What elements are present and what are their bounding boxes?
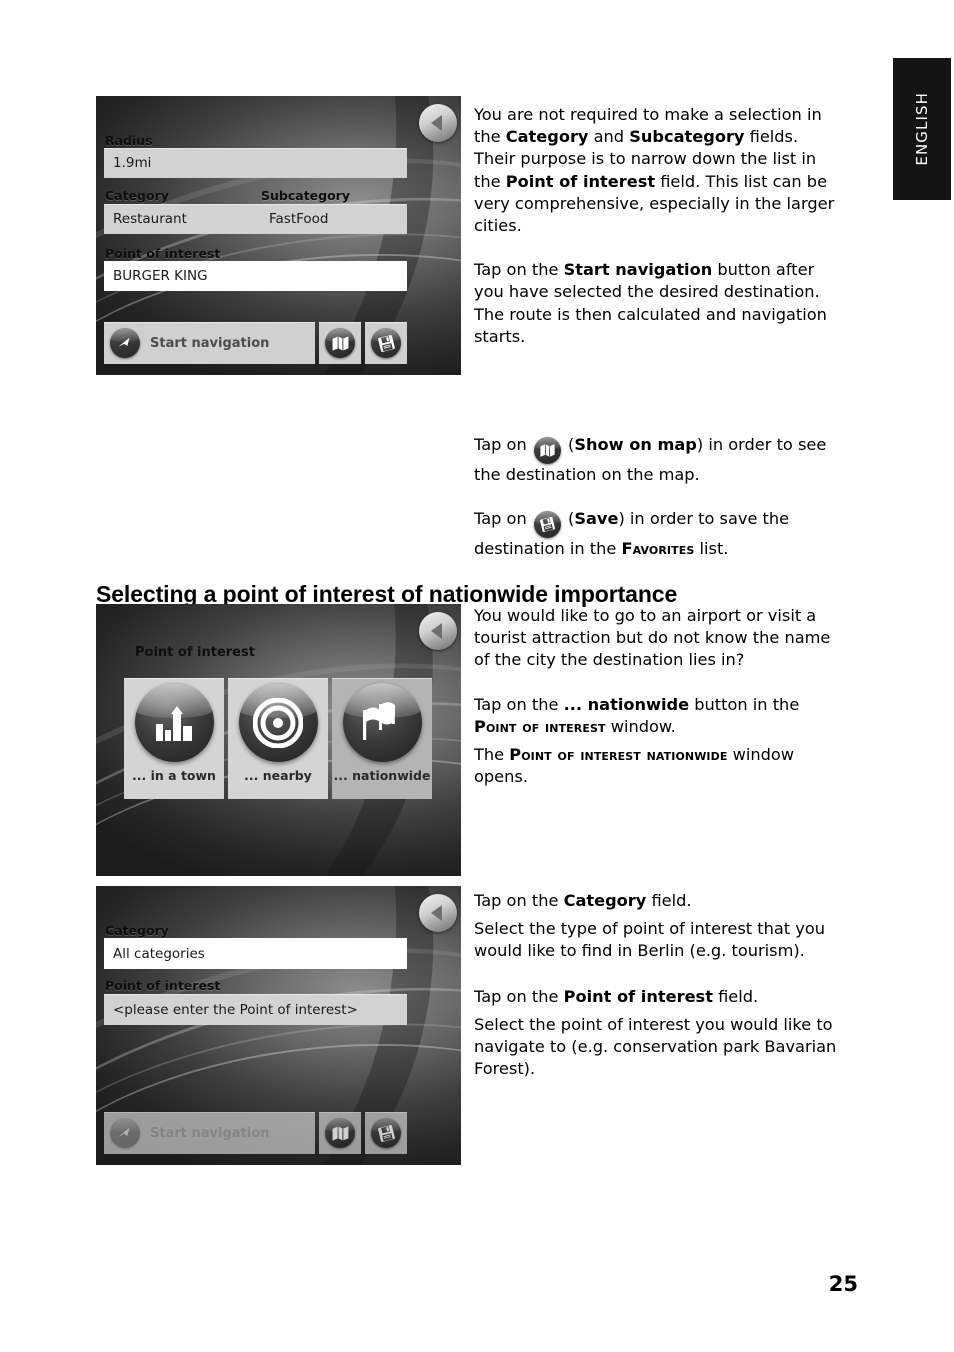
tile-nationwide[interactable]: ... nationwide [332, 678, 432, 799]
paragraph-4: Tap on (Save) in order to save the desti… [474, 509, 790, 559]
back-arrow-icon[interactable] [419, 104, 457, 142]
start-navigation-label: Start navigation [150, 335, 270, 351]
screenshot-poi-selector: Point of interest ... in a town ... near… [96, 604, 461, 876]
paragraph-2: Tap on the Start navigation button after… [474, 260, 827, 346]
back-arrow-icon[interactable] [419, 612, 457, 650]
category-label: Category [105, 188, 169, 203]
screenshot-poi-local-result: Radius 1.9mi Category Subcategory Restau… [96, 96, 461, 375]
point-of-interest-field[interactable]: <please enter the Point of interest> [104, 994, 407, 1025]
paragraph-10: Tap on the Point of interest field. [474, 986, 759, 1006]
paragraph-7: The Point of interest nationwide window … [474, 745, 795, 787]
point-of-interest-label: Point of interest [105, 246, 221, 261]
radius-label: Radius [105, 133, 153, 148]
paragraph-3: Tap on (Show on map) in order to see the… [474, 435, 827, 484]
paragraph-5: You would like to go to an airport or vi… [474, 606, 831, 670]
paragraph-11: Select the point of interest you would l… [474, 1014, 837, 1079]
navigation-arrow-icon [110, 1118, 140, 1148]
page-number: 25 [828, 1272, 858, 1296]
body-text-block-3: You would like to go to an airport or vi… [474, 605, 842, 788]
tile-in-a-town[interactable]: ... in a town [124, 678, 224, 799]
save-button[interactable] [365, 1112, 407, 1154]
action-bar: Start navigation [104, 322, 407, 364]
start-navigation-button[interactable]: Start navigation [104, 1112, 315, 1154]
tile-label: ... nationwide [333, 768, 431, 783]
category-field[interactable]: All categories [104, 938, 407, 969]
back-arrow-icon[interactable] [419, 894, 457, 932]
flags-icon [342, 683, 422, 762]
tile-label: ... in a town [132, 768, 216, 783]
subcategory-label: Subcategory [261, 188, 350, 203]
tile-label: ... nearby [244, 768, 312, 783]
poi-tile-row: ... in a town ... nearby ... nationwide [124, 678, 432, 799]
save-icon [533, 511, 561, 539]
language-tab-label: ENGLISH [913, 92, 931, 166]
body-text-block-2: Tap on (Show on map) in order to see the… [474, 434, 842, 560]
show-on-map-button[interactable] [319, 1112, 361, 1154]
category-value: All categories [113, 945, 205, 962]
category-value: Restaurant [113, 211, 187, 227]
action-bar: Start navigation [104, 1112, 407, 1154]
point-of-interest-label: Point of interest [105, 978, 221, 993]
poi-selector-title: Point of interest [135, 645, 255, 660]
show-on-map-icon [325, 328, 355, 358]
radius-field[interactable]: 1.9mi [104, 148, 407, 178]
subcategory-value: FastFood [269, 211, 329, 227]
target-circles-icon [238, 683, 318, 762]
category-field[interactable]: Restaurant FastFood [104, 204, 407, 234]
radius-value: 1.9mi [113, 155, 152, 171]
save-icon [371, 328, 401, 358]
paragraph-6: Tap on the ... nationwide button in the … [474, 694, 800, 736]
save-button[interactable] [365, 322, 407, 364]
save-icon [371, 1118, 401, 1148]
show-on-map-button[interactable] [319, 322, 361, 364]
screenshot-poi-nationwide: Category All categories Point of interes… [96, 886, 461, 1165]
start-navigation-button[interactable]: Start navigation [104, 322, 315, 364]
category-label: Category [105, 923, 169, 938]
start-navigation-label: Start navigation [150, 1125, 270, 1141]
navigation-arrow-icon [110, 328, 140, 358]
point-of-interest-value: <please enter the Point of interest> [113, 1001, 358, 1018]
show-on-map-icon [533, 437, 561, 464]
language-tab: ENGLISH [893, 58, 951, 200]
tile-nearby[interactable]: ... nearby [228, 678, 328, 799]
point-of-interest-value: BURGER KING [113, 268, 208, 284]
body-text-block-1: You are not required to make a selection… [474, 104, 842, 348]
paragraph-1: You are not required to make a selection… [474, 105, 835, 236]
point-of-interest-field[interactable]: BURGER KING [104, 261, 407, 291]
show-on-map-icon [325, 1118, 355, 1148]
paragraph-8: Tap on the Category field. [474, 891, 692, 910]
paragraph-9: Select the type of point of interest tha… [474, 919, 826, 961]
city-skyline-icon [134, 683, 214, 762]
body-text-block-4: Tap on the Category field. Select the ty… [474, 890, 842, 1080]
